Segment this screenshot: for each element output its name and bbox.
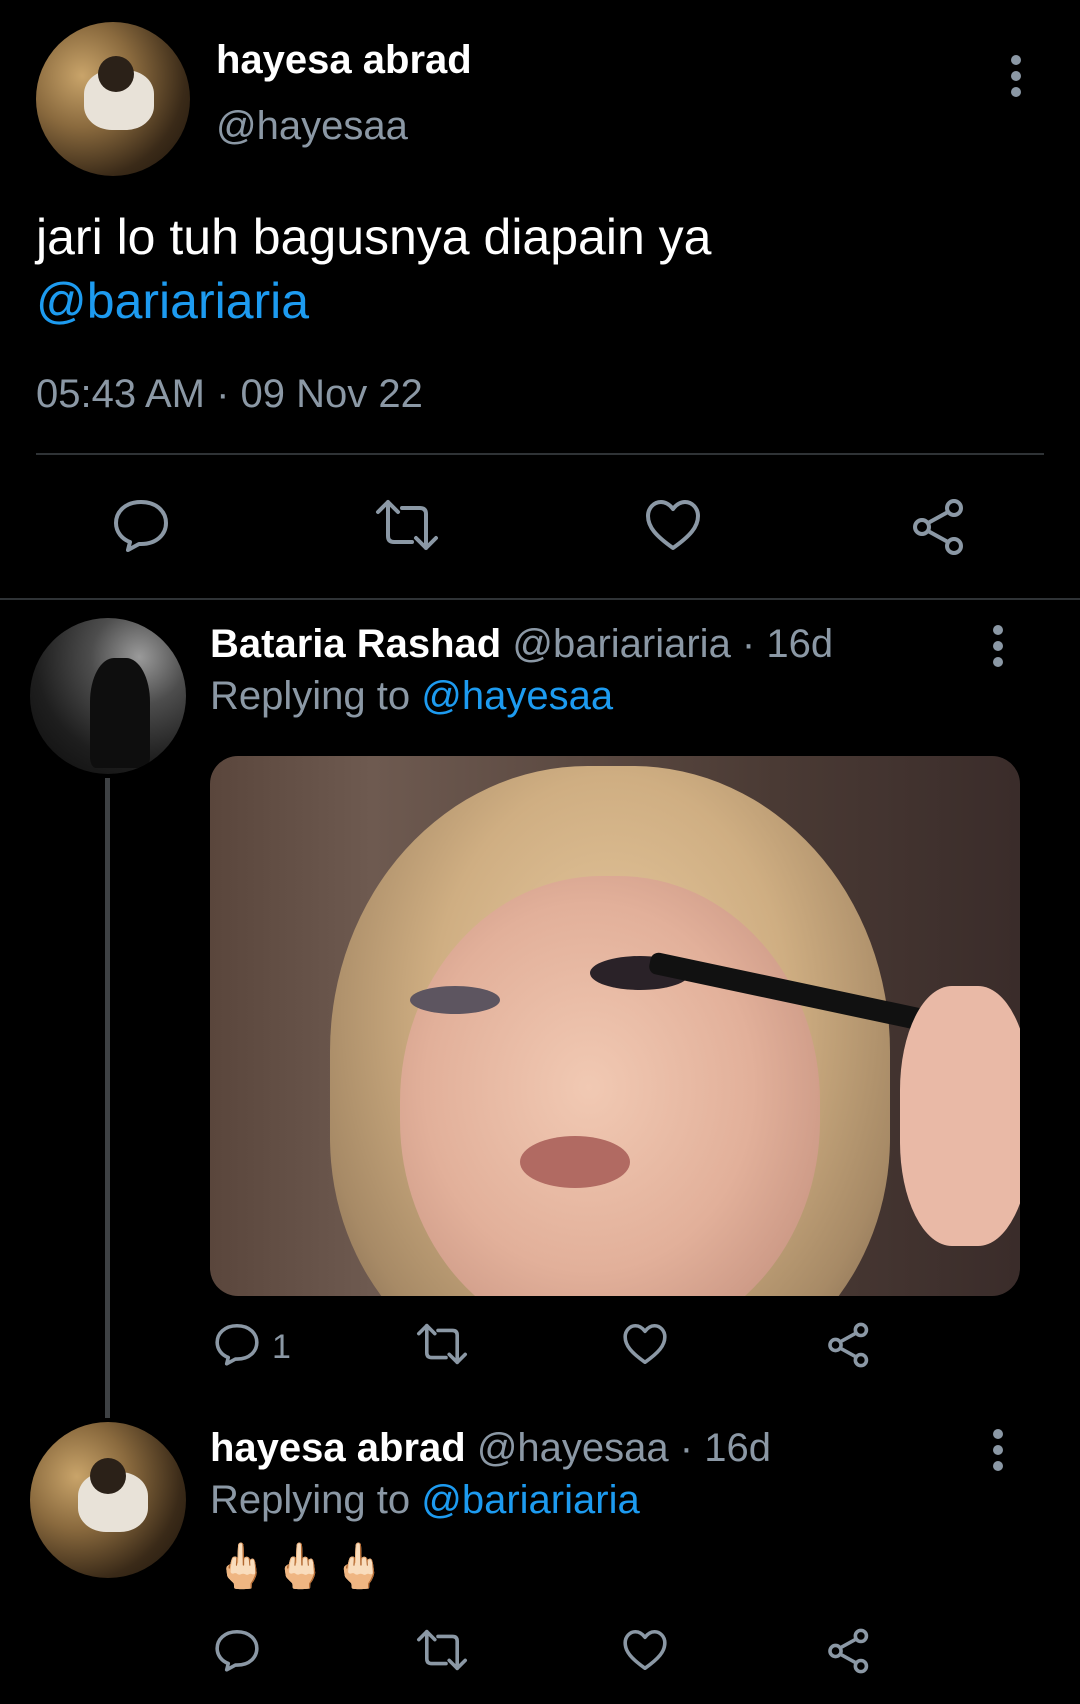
reply1-handle-time[interactable]: @bariariaria · 16d [512,622,833,666]
main-tweet-divider [36,453,1044,455]
like-icon[interactable] [622,1322,668,1366]
main-author-avatar[interactable] [36,22,190,176]
main-author-name[interactable]: hayesa abrad [216,38,472,83]
like-icon[interactable] [622,1628,668,1672]
retweet-icon[interactable] [414,1322,470,1366]
like-icon[interactable] [644,498,702,552]
more-vertical-icon[interactable] [1006,54,1026,98]
retweet-icon[interactable] [414,1628,470,1672]
share-icon[interactable] [826,1628,872,1674]
reply2-replying-line: Replying to @bariariaria [210,1478,640,1523]
reply2-header: hayesa abrad @hayesaa · 16d [210,1426,771,1471]
main-tweet-mention[interactable]: @bariariaria [36,272,309,330]
replying-to-mention[interactable]: @hayesaa [421,674,613,718]
reply1-media-image[interactable] [210,756,1020,1296]
reply-icon[interactable] [112,498,170,552]
main-author-handle[interactable]: @hayesaa [216,104,408,149]
thread-line [105,778,110,1418]
reply2-handle-time[interactable]: @hayesaa · 16d [477,1426,771,1470]
reply1-replying-line: Replying to @hayesaa [210,674,613,719]
main-tweet-timestamp: 05:43 AM · 09 Nov 22 [36,372,423,416]
reply1-author-name[interactable]: Bataria Rashad [210,622,501,666]
replying-to-label: Replying to [210,674,411,718]
retweet-icon[interactable] [372,498,442,552]
reply2-author-avatar[interactable] [30,1422,186,1578]
reply1-author-avatar[interactable] [30,618,186,774]
more-vertical-icon[interactable] [988,1428,1008,1472]
more-vertical-icon[interactable] [988,624,1008,668]
replying-to-label: Replying to [210,1478,411,1522]
share-icon[interactable] [826,1322,872,1368]
reply2-text: 🖕🏻🖕🏻🖕🏻 [214,1542,391,1591]
share-icon[interactable] [910,498,968,556]
reply-icon[interactable] [214,1322,260,1366]
reply1-header: Bataria Rashad @bariariaria · 16d [210,622,833,667]
main-tweet-text: jari lo tuh bagusnya diapain ya [36,209,712,265]
reply1-reply-count: 1 [272,1328,291,1366]
section-divider [0,598,1080,600]
replying-to-mention[interactable]: @bariariaria [421,1478,639,1522]
reply-icon[interactable] [214,1628,260,1672]
reply2-author-name[interactable]: hayesa abrad [210,1426,466,1470]
